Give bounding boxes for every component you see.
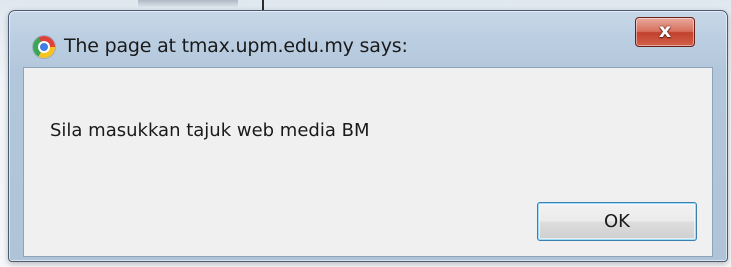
close-icon: x [658,20,672,42]
close-button[interactable]: x [635,17,695,47]
ok-button-label: OK [604,211,630,232]
alert-dialog: The page at tmax.upm.edu.my says: x Sila… [8,10,728,262]
background-page-fragment [138,0,238,7]
dialog-titlebar[interactable]: The page at tmax.upm.edu.my says: x [9,11,727,65]
dialog-message: Sila masukkan tajuk web media BM [50,120,370,141]
chrome-icon [33,36,55,58]
dialog-title: The page at tmax.upm.edu.my says: [64,35,408,57]
dialog-content: Sila masukkan tajuk web media BM OK [23,67,713,257]
ok-button[interactable]: OK [537,202,697,241]
